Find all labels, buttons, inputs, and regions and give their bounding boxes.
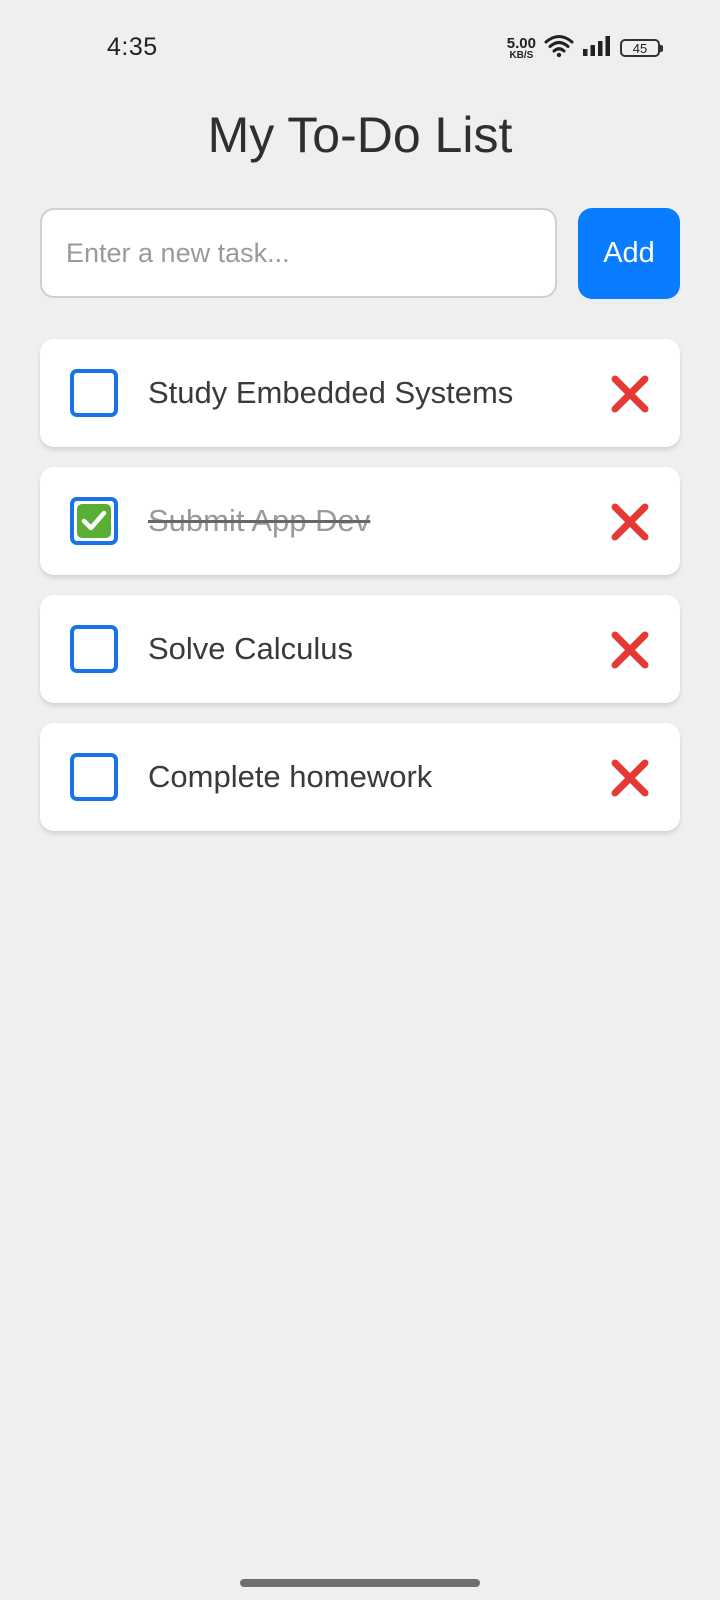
task-checkbox[interactable]: [70, 625, 118, 673]
task-item: Solve Calculus: [40, 595, 680, 703]
task-checkbox[interactable]: [70, 369, 118, 417]
delete-task-icon[interactable]: [610, 502, 650, 542]
network-speed: 5.00 KB/S: [507, 36, 536, 61]
task-item: Complete homework: [40, 723, 680, 831]
new-task-input[interactable]: [40, 208, 557, 298]
signal-icon: [582, 35, 612, 62]
task-label: Submit App Dev: [148, 503, 371, 538]
task-item: Submit App Dev: [40, 467, 680, 575]
page-title: My To-Do List: [207, 107, 513, 163]
checkmark-icon: [77, 504, 111, 538]
task-label: Complete homework: [148, 759, 433, 794]
battery-level: 45: [632, 40, 648, 56]
delete-task-icon[interactable]: [610, 630, 650, 670]
screen: 4:35 5.00 KB/S 45 My To-Do List Enter a …: [0, 0, 720, 1600]
add-task-button[interactable]: Add: [578, 208, 680, 299]
task-item: Study Embedded Systems: [40, 339, 680, 447]
delete-task-icon[interactable]: [610, 374, 650, 414]
task-label: Solve Calculus: [148, 631, 354, 666]
battery-icon: 45: [620, 39, 663, 57]
wifi-icon: [544, 34, 574, 63]
task-checkbox[interactable]: [70, 753, 118, 801]
task-label: Study Embedded Systems: [148, 375, 514, 410]
task-checkbox[interactable]: [70, 497, 118, 545]
delete-task-icon[interactable]: [610, 758, 650, 798]
status-time: 4:35: [107, 33, 158, 61]
task-list: Study Embedded Systems Submit App Dev Solv…: [40, 339, 680, 851]
network-speed-unit: KB/S: [509, 49, 534, 61]
status-bar: 4:35 5.00 KB/S 45: [0, 0, 720, 96]
status-icons: 5.00 KB/S 45: [507, 34, 663, 63]
network-speed-value: 5.00: [506, 34, 536, 52]
home-indicator[interactable]: [240, 1579, 480, 1587]
